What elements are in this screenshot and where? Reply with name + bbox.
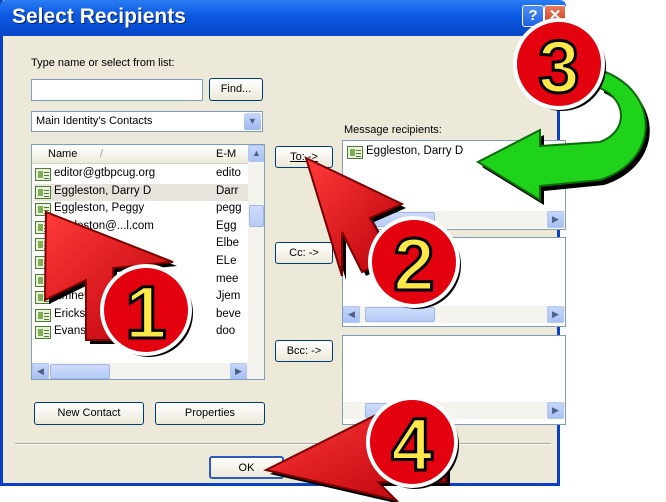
callout-4: 4	[366, 396, 459, 489]
annotation-overlay: 1 2 3 4	[43, 18, 650, 502]
callout-3-number: 3	[538, 25, 579, 108]
callout-1-number: 1	[125, 271, 166, 354]
callout-3: 3	[513, 18, 606, 111]
callout-4-number: 4	[391, 403, 432, 486]
callout-1: 1	[100, 264, 193, 357]
callout-2-number: 2	[393, 223, 434, 306]
callout-2: 2	[368, 216, 461, 309]
